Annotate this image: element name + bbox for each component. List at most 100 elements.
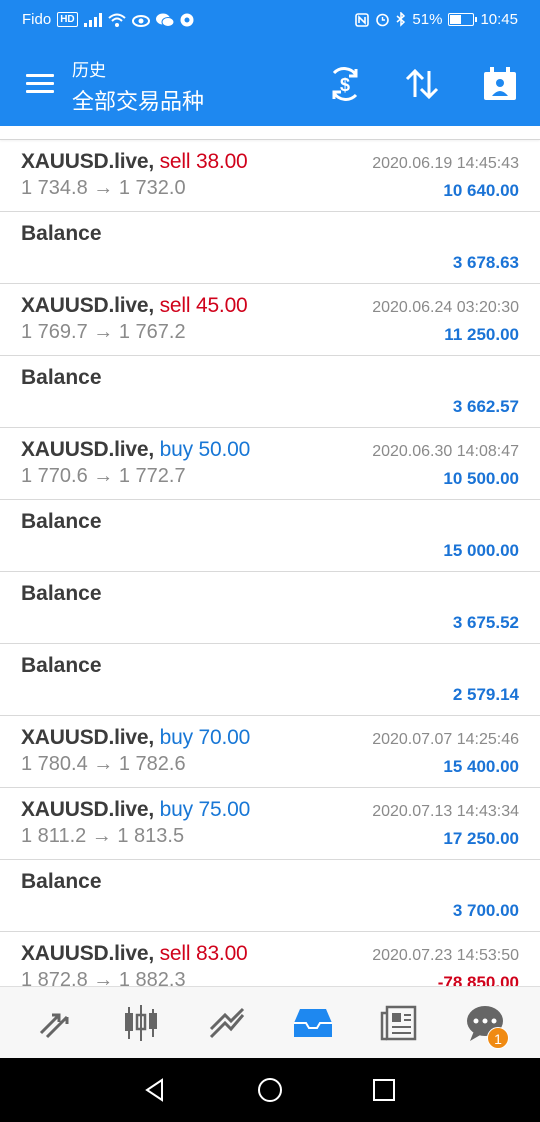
news-icon[interactable] [377, 1001, 421, 1045]
battery-percent: 51% [412, 11, 443, 28]
app-header: Fido HD 51% 10:45 历史 全部交易品种 $ [0, 0, 540, 126]
trade-time: 2020.06.30 14:08:47 [372, 443, 519, 460]
toolbar-title: 历史 [72, 61, 106, 80]
toolbar: 历史 全部交易品种 $ [0, 44, 540, 126]
trade-symbol: XAUUSD.live, sell 45.00 [21, 294, 248, 318]
trade-prices: 1 872.8 → 1 882.3 [21, 969, 186, 986]
trade-profit: 11 250.00 [444, 325, 519, 344]
symbol-label: XAUUSD.live, [21, 294, 154, 317]
messages-icon[interactable]: 1 [463, 1001, 509, 1049]
trade-time: 2020.06.24 03:20:30 [372, 299, 519, 316]
trade-symbol: XAUUSD.live, buy 70.00 [21, 726, 250, 750]
trade-row[interactable]: XAUUSD.live, sell 45.00 1 769.7 → 1 767.2… [0, 284, 540, 356]
balance-amount: 2 579.14 [452, 685, 519, 704]
trade-symbol: XAUUSD.live, sell 38.00 [21, 150, 248, 174]
nfc-icon [355, 12, 370, 27]
system-nav-bar [0, 1058, 540, 1122]
trade-row[interactable]: XAUUSD.live, sell 38.00 1 734.8 → 1 732.0… [0, 140, 540, 212]
wifi-icon [107, 13, 126, 27]
symbol-label: XAUUSD.live, [21, 942, 154, 965]
battery-icon [448, 13, 478, 26]
trade-type: sell 38.00 [159, 150, 248, 173]
balance-amount: 3 678.63 [452, 253, 519, 272]
sort-icon[interactable] [402, 66, 442, 102]
menu-icon[interactable] [26, 72, 56, 96]
trade-profit: 10 640.00 [443, 181, 519, 200]
trade-type: buy 50.00 [159, 438, 251, 461]
trade-row[interactable]: XAUUSD.live, sell 83.00 1 872.8 → 1 882.3… [0, 932, 540, 986]
trade-type: buy 75.00 [159, 798, 251, 821]
trade-time: 2020.07.07 14:25:46 [372, 731, 519, 748]
currency-exchange-icon[interactable]: $ [325, 66, 365, 102]
trade-type: sell 45.00 [159, 294, 248, 317]
trade-prices: 1 811.2 → 1 813.5 [21, 825, 185, 847]
list-divider [0, 126, 540, 140]
balance-label: Balance [21, 870, 102, 893]
calendar-icon[interactable] [480, 66, 520, 102]
trade-type: sell 83.00 [159, 942, 248, 965]
back-icon[interactable] [139, 1074, 171, 1106]
symbol-label: XAUUSD.live, [21, 438, 154, 461]
balance-row[interactable]: Balance 3 675.52 [0, 572, 540, 644]
trade-symbol: XAUUSD.live, sell 83.00 [21, 942, 248, 966]
trade-time: 2020.07.23 14:53:50 [372, 947, 519, 964]
trade-symbol: XAUUSD.live, buy 50.00 [21, 438, 250, 462]
history-icon[interactable] [291, 1001, 335, 1045]
chrome-icon [180, 13, 194, 26]
wechat-icon [155, 13, 174, 27]
clock: 10:45 [480, 11, 518, 28]
balance-label: Balance [21, 366, 102, 389]
trade-profit: 17 250.00 [443, 829, 519, 848]
symbol-label: XAUUSD.live, [21, 150, 154, 173]
trade-prices: 1 734.8 → 1 732.0 [21, 177, 186, 199]
balance-row[interactable]: Balance 2 579.14 [0, 644, 540, 716]
bluetooth-icon [396, 12, 406, 27]
home-icon[interactable] [254, 1074, 286, 1106]
signal-icon [83, 12, 102, 27]
trade-row[interactable]: XAUUSD.live, buy 70.00 1 780.4 → 1 782.6 2… [0, 716, 540, 788]
trade-prices: 1 769.7 → 1 767.2 [21, 321, 186, 343]
trade-time: 2020.07.13 14:43:34 [372, 803, 519, 820]
balance-amount: 3 675.52 [452, 613, 519, 632]
trade-symbol: XAUUSD.live, buy 75.00 [21, 798, 250, 822]
quotes-icon[interactable] [33, 1001, 77, 1045]
status-bar-right: 51% 10:45 [355, 11, 518, 28]
balance-label: Balance [21, 222, 102, 245]
status-bar-left: Fido HD [22, 11, 194, 28]
trade-row[interactable]: XAUUSD.live, buy 75.00 1 811.2 → 1 813.5 2… [0, 788, 540, 860]
trade-prices: 1 780.4 → 1 782.6 [21, 753, 186, 775]
trade-profit: -78 850.00 [437, 973, 519, 986]
status-bar: Fido HD 51% 10:45 [0, 0, 540, 42]
recents-icon[interactable] [368, 1074, 400, 1106]
trade-prices: 1 770.6 → 1 772.7 [21, 465, 186, 487]
balance-amount: 3 662.57 [452, 397, 519, 416]
balance-row[interactable]: Balance 15 000.00 [0, 500, 540, 572]
balance-row[interactable]: Balance 3 678.63 [0, 212, 540, 284]
svg-text:$: $ [340, 75, 350, 95]
chart-icon[interactable] [119, 1001, 163, 1045]
balance-label: Balance [21, 510, 102, 533]
eye-icon [131, 14, 150, 27]
trade-time: 2020.06.19 14:45:43 [372, 155, 519, 172]
trade-profit: 10 500.00 [443, 469, 519, 488]
symbol-label: XAUUSD.live, [21, 798, 154, 821]
battery-fill [450, 15, 462, 24]
symbol-filter[interactable]: 全部交易品种 [72, 84, 204, 116]
symbol-label: XAUUSD.live, [21, 726, 154, 749]
balance-row[interactable]: Balance 3 700.00 [0, 860, 540, 932]
trade-profit: 15 400.00 [443, 757, 519, 776]
balance-amount: 15 000.00 [443, 541, 519, 560]
alarm-icon [376, 13, 390, 27]
carrier-label: Fido [22, 11, 52, 28]
hd-badge: HD [57, 12, 78, 27]
history-list[interactable]: XAUUSD.live, sell 38.00 1 734.8 → 1 732.0… [0, 126, 540, 986]
trade-icon[interactable] [205, 1001, 249, 1045]
bottom-tab-bar: 1 [0, 986, 540, 1058]
trade-type: buy 70.00 [159, 726, 251, 749]
trade-row[interactable]: XAUUSD.live, buy 50.00 1 770.6 → 1 772.7 2… [0, 428, 540, 500]
balance-row[interactable]: Balance 3 662.57 [0, 356, 540, 428]
messages-badge: 1 [487, 1027, 509, 1049]
balance-amount: 3 700.00 [452, 901, 519, 920]
balance-label: Balance [21, 582, 102, 605]
balance-label: Balance [21, 654, 102, 677]
